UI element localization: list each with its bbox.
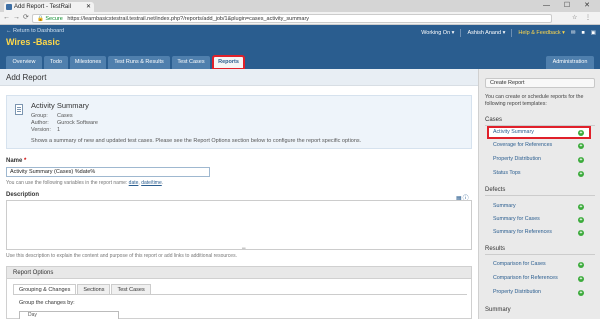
divider [485,254,595,255]
version-value: 1 [57,127,61,133]
variable-date-link[interactable]: date [129,180,139,186]
url-field[interactable]: 🔒 Secure https://learnbasicstestrail.tes… [32,14,552,23]
add-icon[interactable]: + [578,143,584,149]
add-icon[interactable]: + [578,130,584,136]
add-icon[interactable]: + [578,262,584,268]
tab-options-test-cases[interactable]: Test Cases [111,284,151,294]
template-comparison-references[interactable]: Comparison for References [489,274,589,283]
sidebar-intro: You can create or schedule reports for t… [485,94,584,107]
create-report-button[interactable]: Create Report [485,78,595,88]
tab-administration[interactable]: Administration [546,56,594,69]
page-title: Add Report [0,69,478,86]
header-user-menu: Working On ▾ Ashish Anand ▾ Help & Feedb… [421,29,596,37]
report-summary-box: Activity Summary Group: Cases Author: Guro… [6,95,472,149]
help-feedback-menu[interactable]: Help & Feedback ▾ [518,30,564,36]
social-icon[interactable]: ▣ [591,30,596,36]
tab-test-runs[interactable]: Test Runs & Results [108,56,170,69]
testrail-favicon-icon [6,4,12,10]
divider [460,29,462,37]
group-key: Group: [31,113,48,119]
divider [485,195,595,196]
report-title: Activity Summary [31,101,89,110]
report-options-tabs: Grouping & Changes Sections Test Cases [13,284,152,294]
add-icon[interactable]: + [578,290,584,296]
group-changes-select[interactable]: Day [19,311,119,319]
author-key: Author: [31,120,49,126]
add-icon[interactable]: + [578,204,584,210]
name-hint: You can use the following variables in t… [6,180,164,186]
browser-tab-bar: Add Report - TestRail ✕ — ☐ ✕ [0,0,600,12]
main-content: Add Report Activity Summary Group: Cases … [0,69,478,319]
add-icon[interactable]: + [578,171,584,177]
template-coverage-references[interactable]: Coverage for References [489,141,589,150]
tab-todo[interactable]: Todo [44,56,68,69]
description-textarea[interactable]: ═ [6,200,472,252]
divider [13,294,467,295]
add-icon[interactable]: + [578,217,584,223]
tab-reports[interactable]: Reports [212,55,245,70]
tab-grouping-changes[interactable]: Grouping & Changes [13,284,77,294]
section-cases: Cases [485,117,503,123]
report-name-input[interactable]: Activity Summary (Cases) %date% [6,167,210,177]
address-bar: ←→⟳ 🔒 Secure https://learnbasicstestrail… [0,12,600,25]
report-description: Shows a summary of new and updated test … [31,138,362,144]
tab-milestones[interactable]: Milestones [70,56,106,69]
section-summary: Summary [485,307,511,313]
notification-icon[interactable]: ■ [581,30,584,36]
template-results-property-distribution[interactable]: Property Distribution [489,288,589,297]
mail-icon[interactable]: ✉ [571,30,576,36]
template-property-distribution[interactable]: Property Distribution [489,155,589,164]
report-document-icon [15,104,23,115]
add-icon[interactable]: + [578,157,584,163]
report-options-title: Report Options [7,267,471,279]
name-label-text: Name [6,158,23,164]
url-text: https://learnbasicstestrail.testrail.net… [67,16,310,22]
author-value: Gurock Software [57,120,98,126]
required-marker: * [24,158,27,164]
browser-nav-buttons[interactable]: ←→⟳ [3,13,32,21]
version-key: Version: [31,127,51,133]
template-defects-summary[interactable]: Summary [489,202,589,211]
browser-menu-icons[interactable]: ☆ ⋮ [572,14,594,21]
browser-tab-title: Add Report - TestRail [14,4,71,10]
tab-sections[interactable]: Sections [77,284,111,294]
group-value: Cases [57,113,73,119]
window-controls[interactable]: — ☐ ✕ [543,1,596,9]
main-nav: Overview Todo Milestones Test Runs & Res… [0,54,600,70]
template-comparison-cases[interactable]: Comparison for Cases [489,260,589,269]
section-results: Results [485,246,506,252]
name-hint-text: You can use the following variables in t… [6,180,128,186]
name-label: Name * [6,158,26,164]
tab-overview[interactable]: Overview [6,56,42,69]
browser-tab[interactable]: Add Report - TestRail ✕ [4,2,94,12]
project-title: Wires -Basic [6,37,60,47]
description-label: Description [6,192,40,198]
section-defects: Defects [485,187,506,193]
template-defects-summary-references[interactable]: Summary for References [489,228,589,237]
template-defects-summary-cases[interactable]: Summary for Cases [489,215,589,224]
lock-icon: 🔒 [37,16,44,22]
return-to-dashboard-link[interactable]: ← Return to Dashboard [6,28,64,34]
add-icon[interactable]: + [578,276,584,282]
divider [511,29,513,37]
divider [485,125,595,126]
resize-handle-icon[interactable]: ═ [242,246,246,252]
app-header: ← Return to Dashboard Wires -Basic Worki… [0,25,600,54]
template-activity-summary[interactable]: Activity Summary [487,126,591,139]
template-status-tops[interactable]: Status Tops [489,169,589,178]
close-tab-icon[interactable]: ✕ [86,2,91,12]
description-hint: Use this description to explain the cont… [6,253,237,259]
tab-test-cases[interactable]: Test Cases [172,56,210,69]
group-changes-label: Group the changes by: [19,300,75,306]
report-options-panel: Report Options Grouping & Changes Sectio… [6,266,472,319]
variable-datetime-link[interactable]: date/time [141,180,162,186]
report-meta: Group: Cases Author: Gurock Software Versi… [31,113,98,134]
secure-label: Secure [45,16,63,22]
user-menu[interactable]: Ashish Anand ▾ [467,30,505,36]
working-on-menu[interactable]: Working On ▾ [421,30,454,36]
add-icon[interactable]: + [578,230,584,236]
